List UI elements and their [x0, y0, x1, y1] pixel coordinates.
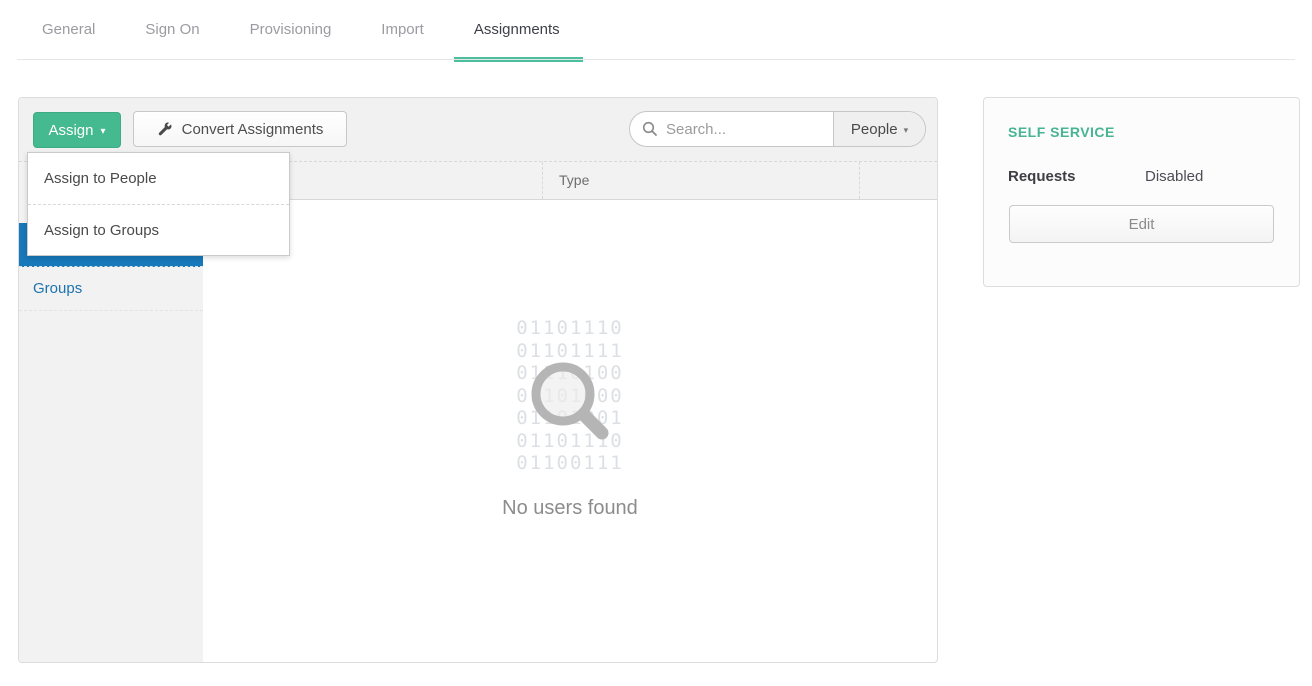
- search-scope-dropdown[interactable]: People ▾: [833, 112, 925, 146]
- tab-sign-on[interactable]: Sign On: [145, 0, 199, 59]
- assignments-panel: Assign ▾ Convert Assignments: [18, 97, 938, 663]
- sidebar-item-groups[interactable]: Groups: [19, 267, 203, 311]
- tab-import[interactable]: Import: [381, 0, 424, 59]
- tab-assignments[interactable]: Assignments: [474, 0, 560, 59]
- tab-provisioning[interactable]: Provisioning: [250, 0, 332, 59]
- column-header-actions: [859, 162, 937, 199]
- search-scope-value: People: [851, 121, 898, 138]
- search-icon: [642, 121, 658, 137]
- requests-row: Requests Disabled: [1008, 168, 1299, 185]
- magnifier-icon: [518, 353, 622, 457]
- wrench-icon: [157, 121, 173, 137]
- binary-row: 01101110: [203, 317, 937, 340]
- assignment-search: People ▾: [629, 111, 926, 147]
- edit-button[interactable]: Edit: [1009, 205, 1274, 243]
- assign-button-label: Assign: [48, 122, 93, 139]
- chevron-down-icon: ▾: [904, 125, 909, 136]
- chevron-down-icon: ▾: [101, 126, 106, 137]
- menu-item-assign-to-people[interactable]: Assign to People: [28, 153, 289, 204]
- assignments-table-header: Type: [203, 162, 937, 200]
- empty-state-message: No users found: [203, 497, 937, 520]
- self-service-title: SELF SERVICE: [1008, 124, 1299, 140]
- convert-assignments-label: Convert Assignments: [182, 121, 324, 138]
- search-field-area: [630, 112, 833, 146]
- assignments-table-body: 01101110 01101111 01110100 01101000 0110…: [203, 201, 937, 662]
- assign-button[interactable]: Assign ▾: [33, 112, 121, 148]
- tabs-divider: [17, 59, 1295, 60]
- requests-label: Requests: [1008, 168, 1145, 185]
- requests-status-value: Disabled: [1145, 168, 1203, 185]
- self-service-panel: SELF SERVICE Requests Disabled Edit: [983, 97, 1300, 287]
- menu-item-assign-to-groups[interactable]: Assign to Groups: [28, 204, 289, 255]
- tab-general[interactable]: General: [42, 0, 95, 59]
- app-tabs: General Sign On Provisioning Import Assi…: [0, 0, 1312, 59]
- column-header-type: Type: [542, 162, 859, 199]
- convert-assignments-button[interactable]: Convert Assignments: [133, 111, 347, 147]
- assign-dropdown-menu: Assign to People Assign to Groups: [27, 152, 290, 256]
- search-input[interactable]: [666, 121, 816, 138]
